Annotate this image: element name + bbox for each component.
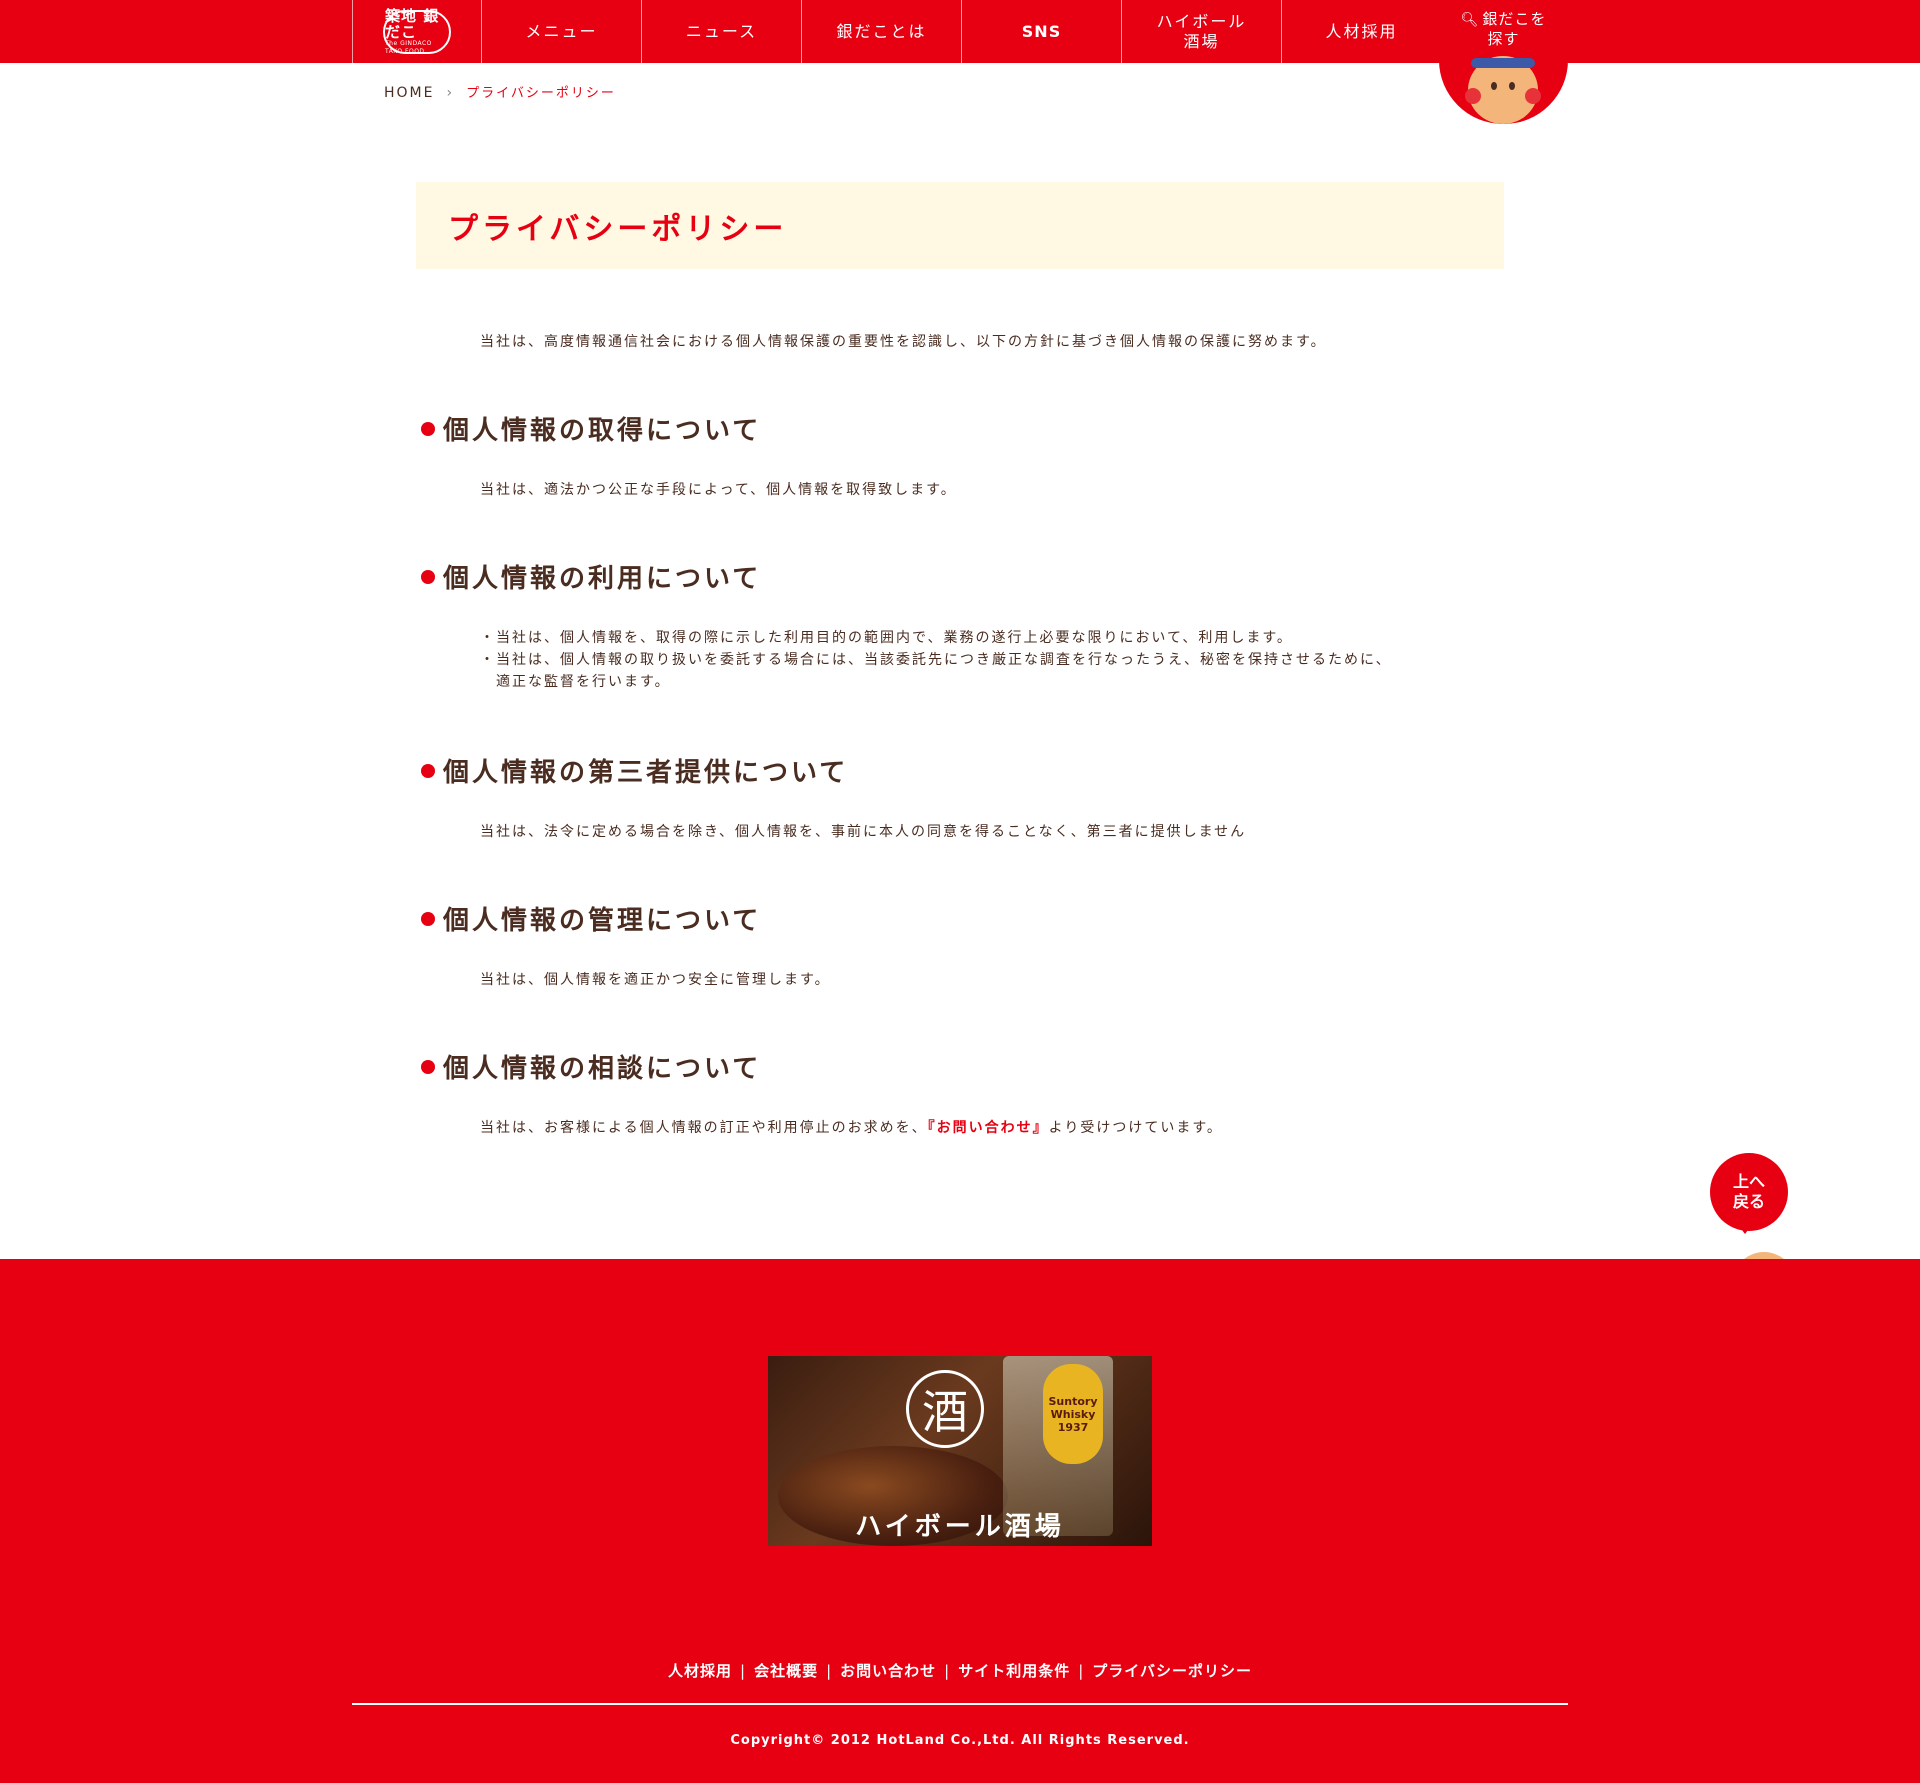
nav-item-highball[interactable]: ハイボール 酒場 xyxy=(1122,0,1282,63)
bullet-dot xyxy=(421,569,435,584)
bullet-dot xyxy=(421,1059,435,1074)
store-search-button[interactable]: 🔍︎ 銀だこを 探す xyxy=(1439,0,1568,124)
store-search-label-wrap: 🔍︎ 銀だこを 探す xyxy=(1439,10,1568,49)
section-body-third-party: 当社は、法令に定める場合を除き、個人情報を、事前に本人の同意を得ることなく、第三… xyxy=(480,824,1247,840)
breadcrumb: HOME › プライバシーポリシー xyxy=(384,82,616,101)
footer-links: 人材採用 | 会社概要 | お問い合わせ | サイト利用条件 | プライバシーポリシー xyxy=(0,1660,1920,1681)
footer-separator: | xyxy=(740,1662,747,1680)
section-heading-text: 個人情報の管理について xyxy=(443,906,762,936)
page-title-box: プライバシーポリシー xyxy=(416,182,1504,269)
search-icon: 🔍︎ xyxy=(1460,12,1480,28)
section-body-consultation: 当社は、お客様による個人情報の訂正や利用停止のお求めを、『お問い合わせ』より受け… xyxy=(480,1117,1223,1139)
section-heading-text: 個人情報の第三者提供について xyxy=(443,758,849,788)
contact-link[interactable]: 『お問い合わせ』 xyxy=(928,1120,1049,1136)
logo-text: 築地 銀だこ xyxy=(385,6,440,41)
nav-item-about[interactable]: 銀だことは xyxy=(802,0,962,63)
speech-tail xyxy=(1736,1222,1754,1234)
intro-text: 当社は、高度情報通信社会における個人情報保護の重要性を認識し、以下の方針に基づき… xyxy=(480,334,1327,350)
bullet-dot xyxy=(421,421,435,436)
footer-separator: | xyxy=(1078,1662,1085,1680)
section-heading-consultation: 個人情報の相談について xyxy=(421,1048,761,1085)
section-heading-text: 個人情報の利用について xyxy=(443,564,762,594)
footer-link-company[interactable]: 会社概要 xyxy=(754,1662,818,1680)
whisky-label: Suntory Whisky 1937 xyxy=(1043,1364,1103,1464)
nav-item-recruit[interactable]: 人材採用 xyxy=(1282,0,1442,63)
nav-item-menu[interactable]: メニュー xyxy=(482,0,642,63)
footer-separator: | xyxy=(826,1662,833,1680)
section-body-management: 当社は、個人情報を適正かつ安全に管理します。 xyxy=(480,972,831,988)
section-heading-third-party: 個人情報の第三者提供について xyxy=(421,752,848,789)
footer-link-contact[interactable]: お問い合わせ xyxy=(840,1662,936,1680)
footer-divider xyxy=(352,1703,1568,1705)
section-heading-usage: 個人情報の利用について xyxy=(421,558,761,595)
copyright: Copyright© 2012 HotLand Co.,Ltd. All Rig… xyxy=(730,1733,1190,1748)
footer-link-terms[interactable]: サイト利用条件 xyxy=(958,1662,1070,1680)
list-item: ・当社は、個人情報の取り扱いを委託する場合には、当該委託先につき厳正な調査を行な… xyxy=(480,652,1392,690)
bullet-dot xyxy=(421,911,435,926)
section-bullets-usage: ・当社は、個人情報を、取得の際に示した利用目的の範囲内で、業務の遂行上必要な限り… xyxy=(480,627,1392,693)
body-text: より受けつけています。 xyxy=(1048,1120,1223,1136)
store-search-label: 銀だこを 探す xyxy=(1482,10,1547,48)
site-logo[interactable]: 築地 銀だこ The GINDACO TAKO FOOD. xyxy=(353,0,482,63)
breadcrumb-separator: › xyxy=(446,85,455,101)
footer-link-privacy[interactable]: プライバシーポリシー xyxy=(1092,1662,1252,1680)
main-nav: 築地 銀だこ The GINDACO TAKO FOOD. メニュー ニュース … xyxy=(352,0,1568,63)
page-title: プライバシーポリシー xyxy=(448,212,788,247)
breadcrumb-home[interactable]: HOME xyxy=(384,85,434,101)
logo-tagline: The GINDACO TAKO FOOD. xyxy=(385,39,432,55)
nav-item-sns[interactable]: SNS xyxy=(962,0,1122,63)
bullet-dot xyxy=(421,763,435,778)
logo-badge: 築地 銀だこ The GINDACO TAKO FOOD. xyxy=(383,6,451,55)
list-item: ・当社は、個人情報を、取得の際に示した利用目的の範囲内で、業務の遂行上必要な限り… xyxy=(480,630,1293,646)
footer-link-recruit[interactable]: 人材採用 xyxy=(668,1662,732,1680)
sake-icon: 酒 xyxy=(906,1370,984,1448)
mascot-icon xyxy=(1463,48,1543,124)
back-to-top-button[interactable]: 上へ 戻る xyxy=(1710,1153,1788,1231)
section-heading-text: 個人情報の取得について xyxy=(443,416,762,446)
section-heading-text: 個人情報の相談について xyxy=(443,1054,762,1084)
section-heading-acquisition: 個人情報の取得について xyxy=(421,410,761,447)
banner-caption: ハイボール酒場 xyxy=(855,1512,1065,1542)
highball-banner[interactable]: Suntory Whisky 1937 酒 ハイボール酒場 xyxy=(768,1356,1152,1546)
body-text: 当社は、お客様による個人情報の訂正や利用停止のお求めを、 xyxy=(480,1120,928,1136)
section-body-acquisition: 当社は、適法かつ公正な手段によって、個人情報を取得致します。 xyxy=(480,482,957,498)
nav-item-news[interactable]: ニュース xyxy=(642,0,802,63)
breadcrumb-current: プライバシーポリシー xyxy=(466,86,616,101)
footer-separator: | xyxy=(944,1662,951,1680)
section-heading-management: 個人情報の管理について xyxy=(421,900,761,937)
